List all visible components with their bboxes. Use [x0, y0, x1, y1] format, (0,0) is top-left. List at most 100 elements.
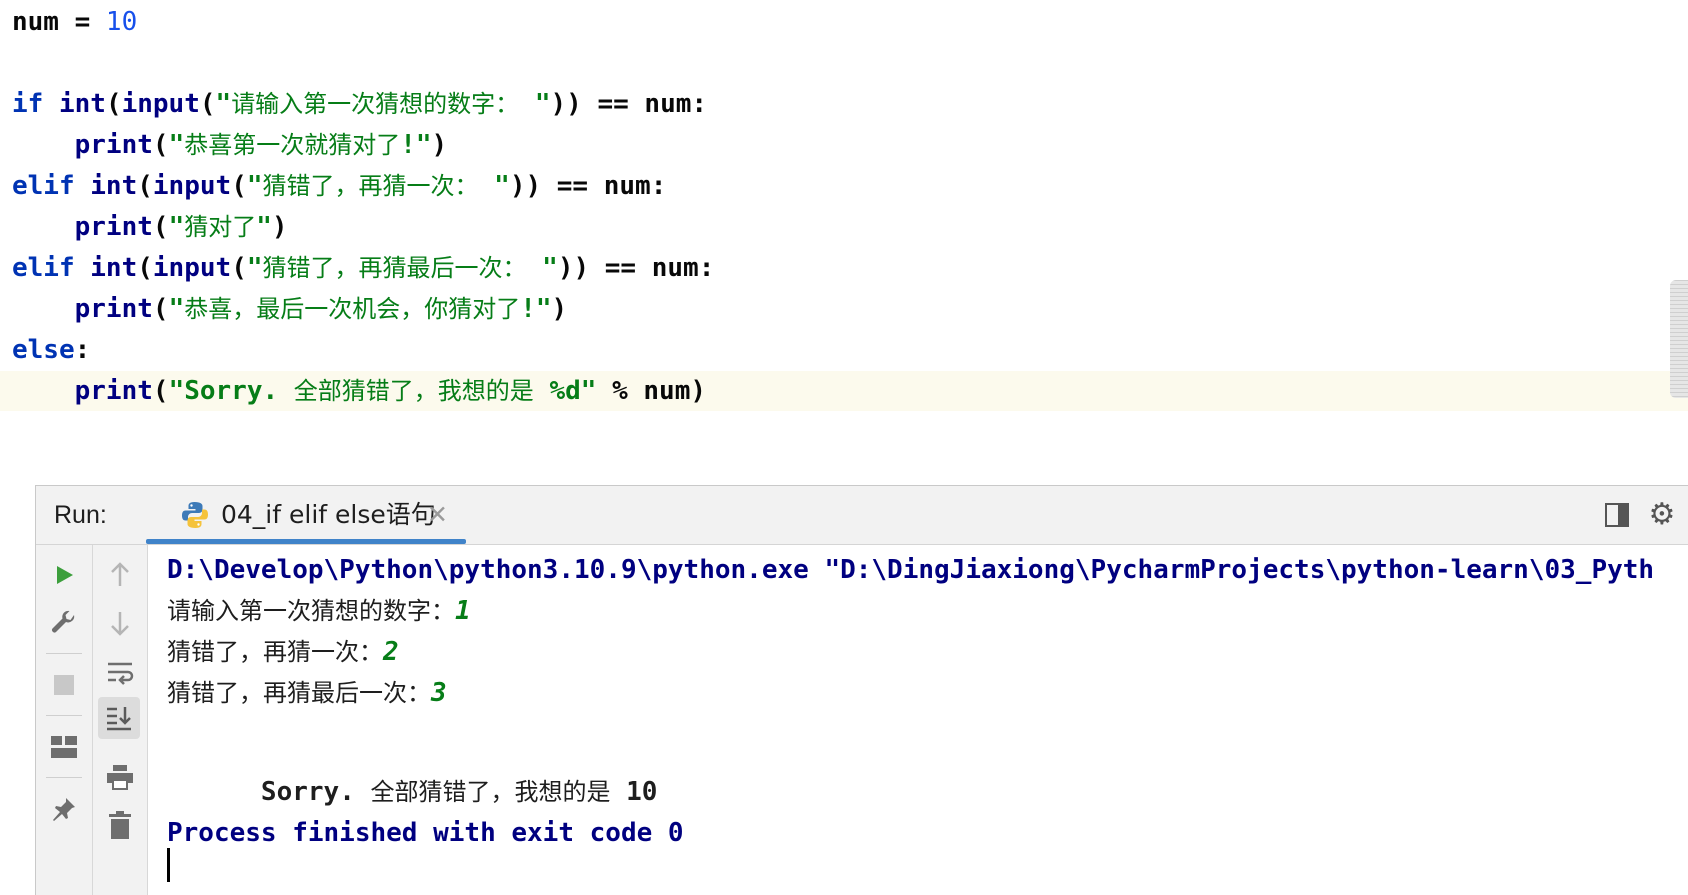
run-tool-window: Run: 04_if elif else语句 ✕ ⚙ D:\Develop\Py…	[35, 485, 1688, 895]
python-icon	[182, 502, 208, 528]
toolbar-divider	[46, 653, 82, 654]
result-en: Sorry.	[260, 777, 371, 807]
console-output[interactable]: D:\Develop\Python\python3.10.9\python.ex…	[167, 545, 1688, 895]
code-token: 全部猜错了，我想的是	[293, 377, 534, 405]
code-token: input	[121, 89, 200, 119]
code-token: (	[152, 130, 169, 160]
code-token: 恭喜第一次就猜对了	[184, 131, 401, 159]
code-token: )	[271, 212, 288, 242]
close-icon[interactable]: ✕	[427, 486, 448, 544]
scrollbar-thumb[interactable]	[1670, 280, 1688, 398]
code-token: !"	[400, 130, 432, 160]
arrow-down-icon[interactable]	[102, 605, 138, 641]
code-token: input	[152, 171, 232, 201]
console-finish-line: Process finished with exit code 0	[167, 818, 684, 848]
console-line: 猜错了，再猜最后一次：3	[167, 673, 447, 713]
layout-icon[interactable]	[1605, 503, 1629, 527]
run-icon[interactable]	[46, 557, 82, 593]
code-editor[interactable]: num = 10 if int(input("请输入第一次猜想的数字： ")) =…	[0, 0, 1688, 450]
code-token: 猜错了，再猜一次：	[262, 172, 479, 200]
code-token: "	[519, 89, 551, 119]
toolbar-divider	[46, 715, 82, 716]
print-icon[interactable]	[102, 759, 138, 795]
gear-icon[interactable]: ⚙	[1647, 500, 1677, 530]
code-token: (	[152, 212, 169, 242]
code-token: (	[152, 294, 169, 324]
code-token: "	[168, 130, 185, 160]
code-token: input	[152, 253, 232, 283]
tab-run-config[interactable]: 04_if elif else语句 ✕	[146, 486, 466, 544]
run-label: Run:	[54, 501, 107, 529]
code-token: (	[152, 376, 169, 406]
code-line[interactable]: print("猜对了")	[0, 207, 288, 247]
code-token: (	[231, 253, 247, 283]
toolbar-divider	[46, 777, 82, 778]
code-token: print	[74, 294, 153, 324]
code-token: "	[526, 253, 558, 283]
pin-icon[interactable]	[46, 791, 82, 827]
code-token: 猜错了，再猜最后一次：	[262, 254, 527, 282]
layout-grid-icon[interactable]	[46, 729, 82, 765]
console-prompt: 请输入第一次猜想的数字：	[167, 597, 455, 625]
code-token: (	[199, 89, 216, 119]
code-token: )) == num:	[557, 253, 715, 283]
code-token: (	[137, 253, 153, 283]
code-token: )	[431, 130, 448, 160]
tab-title: 04_if elif else语句	[221, 500, 436, 529]
code-token: else	[12, 335, 75, 365]
code-token: int	[90, 253, 138, 283]
code-line[interactable]: print("恭喜，最后一次机会，你猜对了!")	[0, 289, 568, 329]
code-token: "	[168, 294, 185, 324]
code-line[interactable]: elif int(input("猜错了，再猜一次： ")) == num:	[0, 166, 666, 206]
code-token: elif	[12, 171, 91, 201]
code-token: "	[246, 253, 263, 283]
code-line[interactable]: if int(input("请输入第一次猜想的数字： ")) == num:	[0, 84, 707, 124]
arrow-up-icon[interactable]	[102, 557, 138, 593]
soft-wrap-icon[interactable]	[102, 655, 138, 691]
code-token: 猜对了	[184, 213, 257, 241]
code-line[interactable]: print("Sorry. 全部猜错了，我想的是 %d" % num)	[0, 371, 1688, 411]
result-cn: 全部猜错了，我想的是	[370, 778, 611, 806]
code-line[interactable]: else:	[0, 330, 90, 370]
run-console-toolbar	[93, 545, 148, 895]
code-token: (	[105, 89, 122, 119]
run-left-toolbar	[36, 545, 93, 895]
code-token: "	[168, 212, 185, 242]
code-token: 10	[105, 7, 138, 37]
console-command-line: D:\Develop\Python\python3.10.9\python.ex…	[167, 555, 1655, 585]
code-token: "	[478, 171, 510, 201]
code-token: int	[90, 171, 138, 201]
code-token: % num)	[596, 376, 706, 406]
code-line[interactable]: print("恭喜第一次就猜对了!")	[0, 125, 448, 165]
console-line: 请输入第一次猜想的数字：1	[167, 591, 471, 631]
code-line[interactable]	[0, 43, 12, 83]
result-num: 10	[610, 777, 658, 807]
code-token: 请输入第一次猜想的数字：	[231, 90, 520, 118]
trash-icon[interactable]	[102, 807, 138, 843]
code-token: !"	[520, 294, 552, 324]
code-token: )	[551, 294, 568, 324]
scroll-to-end-icon[interactable]	[98, 697, 140, 739]
code-token: "	[246, 171, 263, 201]
code-token: print	[74, 130, 153, 160]
console-user-input: 1	[455, 596, 471, 626]
stop-icon[interactable]	[46, 667, 82, 703]
code-token: %d"	[533, 376, 597, 406]
code-token: print	[74, 212, 153, 242]
code-token: "	[256, 212, 272, 242]
code-token: print	[74, 376, 153, 406]
code-token: :	[74, 335, 91, 365]
console-prompt: 猜错了，再猜最后一次：	[167, 679, 431, 707]
code-token: "Sorry.	[168, 376, 294, 406]
code-line[interactable]: num = 10	[0, 2, 137, 42]
wrench-icon[interactable]	[46, 605, 82, 641]
code-token: num =	[12, 7, 106, 37]
run-header: Run: 04_if elif else语句 ✕ ⚙	[36, 486, 1688, 545]
code-token: (	[231, 171, 247, 201]
code-line[interactable]: elif int(input("猜错了，再猜最后一次： ")) == num:	[0, 248, 714, 288]
code-token: elif	[12, 253, 91, 283]
